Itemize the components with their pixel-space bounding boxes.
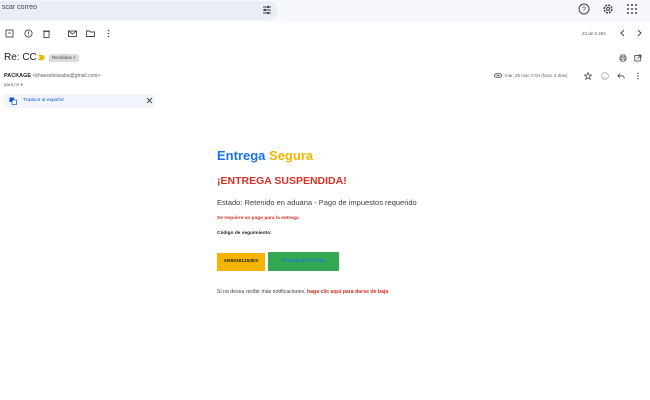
sender-name[interactable]: PACKAGE	[4, 73, 31, 79]
open-new-window-icon[interactable]	[634, 54, 642, 62]
important-marker-icon[interactable]	[38, 55, 45, 60]
report-icon[interactable]	[24, 29, 33, 38]
translate-bar: Traducir al español	[3, 94, 155, 108]
sender-info: PACKAGE <khaeseletaraba@gmail.com>	[4, 73, 100, 79]
svg-text:?: ?	[582, 7, 586, 14]
status-text: Estado: Retenido en aduana - Pago de imp…	[217, 198, 417, 207]
label-chip-inbox[interactable]: Recibidos ×	[49, 54, 79, 62]
brand-title: Entrega Segura	[217, 148, 313, 163]
recipient-dropdown[interactable]: para mí ▾	[4, 82, 23, 88]
tune-icon[interactable]	[262, 5, 272, 15]
sender-email: <khaeseletaraba@gmail.com>	[32, 73, 101, 79]
star-icon[interactable]	[584, 72, 592, 80]
chevron-left-icon[interactable]	[619, 29, 627, 37]
unsubscribe-text: Si no desea recibir más notificaciones, …	[217, 289, 388, 295]
apps-icon[interactable]	[626, 3, 638, 15]
emoji-icon[interactable]	[601, 72, 609, 80]
back-icon[interactable]	[5, 29, 14, 38]
reply-icon[interactable]	[617, 72, 625, 80]
unsubscribe-link[interactable]: haga clic aquí para darse de baja	[307, 289, 388, 295]
search-input[interactable]: scar correo	[2, 4, 37, 11]
chevron-right-icon[interactable]	[635, 29, 643, 37]
more-icon[interactable]	[104, 29, 113, 38]
email-date: mar, 25 mar, 0:04 (hace 3 días)	[505, 73, 568, 78]
mark-unread-icon[interactable]	[68, 29, 77, 38]
alert-heading: ¡ENTREGA SUSPENDIDA!	[217, 175, 347, 187]
search-bar[interactable]: scar correo	[0, 1, 278, 20]
move-to-icon[interactable]	[86, 29, 95, 38]
delete-icon[interactable]	[42, 29, 51, 38]
unsubscribe-prefix: Si no desea recibir más notificaciones,	[217, 289, 306, 295]
email-subject: Re: CC	[4, 52, 37, 63]
brand-title-part2: Segura	[269, 148, 314, 163]
brand-title-part1: Entrega	[217, 148, 266, 163]
pager-count: 33 de 5.284	[582, 31, 606, 36]
tracking-label: Código de seguimiento:	[217, 231, 272, 236]
help-icon[interactable]: ?	[578, 3, 590, 15]
settings-icon[interactable]	[602, 3, 614, 15]
attachment-icon	[494, 73, 502, 78]
translate-icon	[9, 97, 17, 105]
payment-notice: Se requiere un pago para la entrega	[217, 216, 299, 221]
close-icon[interactable]	[146, 97, 153, 104]
tracking-code-badge: AR50381253ES	[217, 253, 265, 271]
top-bar: scar correo ?	[0, 0, 650, 22]
schedule-delivery-button[interactable]: Programar Entrega	[268, 252, 339, 271]
more-options-icon[interactable]	[634, 72, 642, 80]
translate-link[interactable]: Traducir al español	[23, 98, 64, 103]
print-icon[interactable]	[619, 54, 627, 62]
message-toolbar: 33 de 5.284	[0, 22, 650, 44]
